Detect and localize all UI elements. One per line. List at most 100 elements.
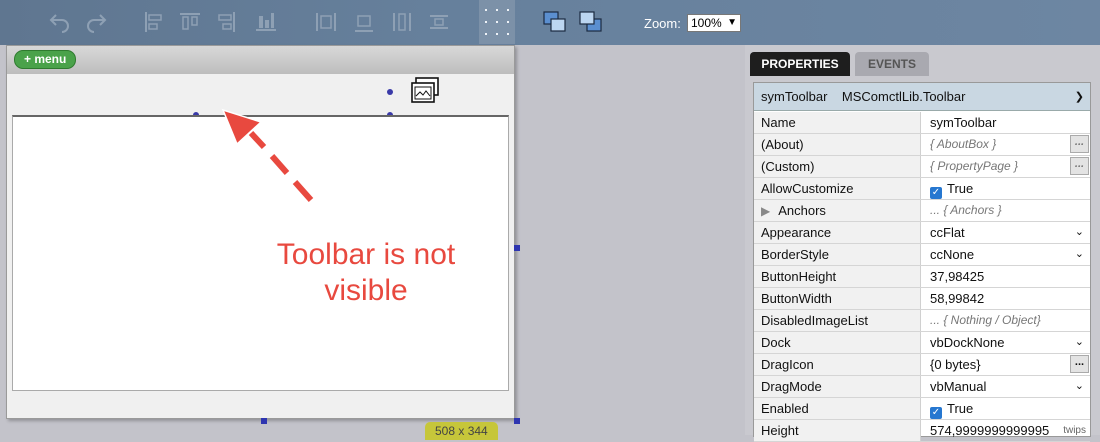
property-value[interactable]: ✓ True — [922, 178, 1090, 199]
property-value-text: 574,9999999999995 — [930, 423, 1050, 438]
property-row[interactable]: DisabledImageList ... { Nothing / Object} — [754, 310, 1090, 332]
space-horizontal-icon[interactable] — [388, 8, 416, 36]
ellipsis-button[interactable]: ... — [1070, 355, 1089, 373]
property-value[interactable]: 37,98425 — [922, 266, 1090, 287]
align-top-icon[interactable] — [176, 8, 204, 36]
property-name: Enabled — [754, 398, 921, 419]
designer-toolbar: Zoom: 100% ▼ — [0, 0, 1100, 46]
property-value[interactable]: 574,9999999999995 twips — [922, 420, 1090, 441]
object-name: symToolbar — [761, 89, 828, 104]
ellipsis-button[interactable]: ... — [1070, 135, 1089, 153]
property-value[interactable]: {0 bytes}... — [922, 354, 1090, 375]
property-name-text: DragIcon — [761, 357, 814, 372]
resize-handle[interactable] — [387, 89, 393, 95]
property-row[interactable]: ButtonHeight 37,98425 — [754, 266, 1090, 288]
checkbox[interactable]: ✓ — [930, 407, 942, 419]
annotation-arrow — [221, 108, 315, 203]
property-name: (About) — [754, 134, 921, 155]
property-row[interactable]: Height 574,9999999999995 twips — [754, 420, 1090, 442]
center-vertical-icon[interactable] — [350, 8, 378, 36]
expand-arrow-icon[interactable]: ▶ — [761, 204, 770, 218]
property-row[interactable]: Name symToolbar — [754, 112, 1090, 134]
property-name-text: Appearance — [761, 225, 832, 240]
property-name: ▶ Anchors — [754, 200, 921, 221]
property-value[interactable]: { PropertyPage }... — [922, 156, 1090, 177]
redo-icon[interactable] — [82, 8, 110, 36]
property-value[interactable]: vbManual ⌄ — [922, 376, 1090, 397]
add-menu-button[interactable]: + menu — [14, 50, 77, 69]
property-row[interactable]: Appearance ccFlat ⌄ — [754, 222, 1090, 244]
property-name-text: ButtonHeight — [761, 269, 837, 284]
property-row[interactable]: (Custom) { PropertyPage }... — [754, 156, 1090, 178]
property-row[interactable]: Dock vbDockNone ⌄ — [754, 332, 1090, 354]
property-row[interactable]: (About) { AboutBox }... — [754, 134, 1090, 156]
chevron-down-icon: ❯ — [1074, 91, 1084, 103]
align-right-icon[interactable] — [212, 8, 240, 36]
property-value-text: { AboutBox } — [930, 137, 997, 151]
tab-properties[interactable]: PROPERTIES — [750, 52, 850, 76]
grid-icon — [485, 9, 509, 35]
property-name-text: Name — [761, 115, 796, 130]
property-value-text: symToolbar — [930, 115, 997, 130]
chevron-down-icon[interactable]: ⌄ — [1075, 244, 1084, 265]
annotation-line2: visible — [324, 274, 408, 307]
form-resize-handle[interactable] — [514, 418, 520, 424]
property-name: Appearance — [754, 222, 921, 243]
property-row[interactable]: Enabled ✓ True — [754, 398, 1090, 420]
ellipsis-button[interactable]: ... — [1070, 157, 1089, 175]
zoom-label: Zoom: — [644, 16, 681, 31]
form-resize-handle[interactable] — [514, 245, 520, 251]
tab-events[interactable]: EVENTS — [855, 52, 929, 76]
zoom-value: 100% — [691, 16, 722, 30]
property-name: DragMode — [754, 376, 921, 397]
property-value[interactable]: symToolbar — [922, 112, 1090, 133]
center-horizontal-icon[interactable] — [312, 8, 340, 36]
property-value[interactable]: ccNone ⌄ — [922, 244, 1090, 265]
send-to-back-icon[interactable] — [577, 8, 605, 36]
undo-icon[interactable] — [46, 8, 74, 36]
chevron-down-icon[interactable]: ⌄ — [1075, 222, 1084, 243]
property-value[interactable]: ... { Nothing / Object} — [922, 310, 1090, 331]
property-value-text: ... { Anchors } — [930, 203, 1002, 217]
property-value-text: 37,98425 — [930, 269, 985, 284]
property-value[interactable]: 58,99842 — [922, 288, 1090, 309]
property-row[interactable]: DragMode vbManual ⌄ — [754, 376, 1090, 398]
property-value[interactable]: ✓ True — [922, 398, 1090, 419]
chevron-down-icon: ▼ — [727, 17, 737, 28]
chevron-down-icon[interactable]: ⌄ — [1075, 332, 1084, 353]
property-value[interactable]: ccFlat ⌄ — [922, 222, 1090, 243]
annotation-line1: Toolbar is not — [276, 238, 456, 271]
property-name: DisabledImageList — [754, 310, 921, 331]
space-vertical-icon[interactable] — [425, 8, 453, 36]
object-selector[interactable]: symToolbar MSComctlLib.Toolbar ❯ — [754, 83, 1090, 111]
property-row[interactable]: DragIcon {0 bytes}... — [754, 354, 1090, 376]
checkbox[interactable]: ✓ — [930, 187, 942, 199]
align-bottom-icon[interactable] — [252, 8, 280, 36]
property-value-text: ccFlat — [930, 225, 965, 240]
bring-to-front-icon[interactable] — [541, 8, 569, 36]
object-type: MSComctlLib.Toolbar — [841, 89, 966, 104]
grid-toggle[interactable] — [479, 0, 515, 44]
property-value-text: ... { Nothing / Object} — [930, 313, 1041, 327]
form-resize-handle[interactable] — [261, 418, 267, 424]
property-name: (Custom) — [754, 156, 921, 177]
property-name-text: Dock — [761, 335, 791, 350]
property-value[interactable]: vbDockNone ⌄ — [922, 332, 1090, 353]
property-name-text: (Custom) — [761, 159, 815, 174]
property-value[interactable]: { AboutBox }... — [922, 134, 1090, 155]
property-name-text: Height — [761, 423, 799, 438]
property-row[interactable]: ButtonWidth 58,99842 — [754, 288, 1090, 310]
zoom-select[interactable]: 100% ▼ — [687, 14, 741, 32]
property-name-text: BorderStyle — [761, 247, 829, 262]
property-value-text: {0 bytes} — [930, 357, 981, 372]
chevron-down-icon[interactable]: ⌄ — [1075, 376, 1084, 397]
property-row[interactable]: ▶ Anchors ... { Anchors } — [754, 200, 1090, 222]
align-left-icon[interactable] — [140, 8, 168, 36]
annotation-text: Toolbar is not visible — [260, 237, 472, 309]
property-row[interactable]: BorderStyle ccNone ⌄ — [754, 244, 1090, 266]
property-row[interactable]: AllowCustomize ✓ True — [754, 178, 1090, 200]
property-value[interactable]: ... { Anchors } — [922, 200, 1090, 221]
properties-panel: PROPERTIES EVENTS symToolbar MSComctlLib… — [745, 45, 1100, 442]
property-value-text: True — [947, 401, 974, 416]
toolbar-control-icon[interactable] — [410, 77, 440, 105]
